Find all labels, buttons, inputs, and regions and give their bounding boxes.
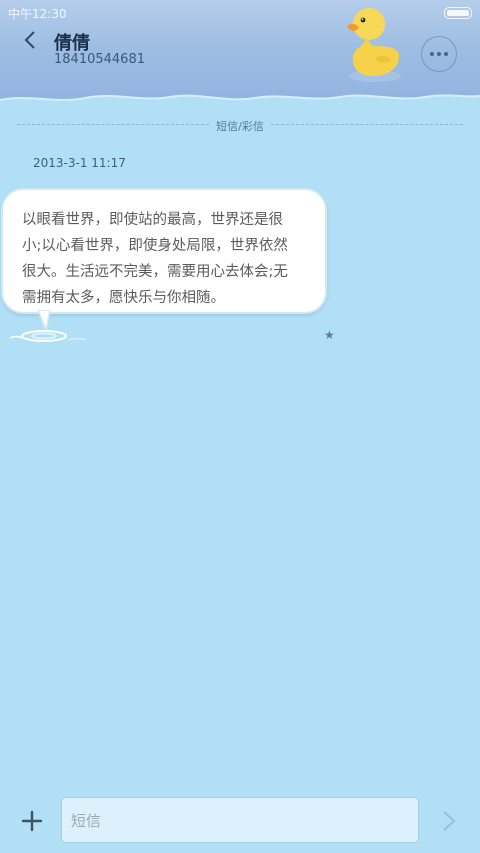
- message-line: 小;以心看世界，即使身处局限，世界依然: [22, 238, 288, 254]
- message-text: 以眼看世界，即使站的最高，世界还是很 小;以心看世界，即使身处局限，世界依然 很…: [22, 207, 311, 311]
- chevron-left-icon: [24, 31, 35, 49]
- composer-bar: 短信: [0, 792, 480, 853]
- message-input[interactable]: 短信: [61, 797, 419, 843]
- more-dot-icon: [444, 52, 448, 56]
- send-button[interactable]: [440, 809, 458, 833]
- water-wave-decoration: [0, 94, 480, 114]
- more-dot-icon: [437, 52, 441, 56]
- message-line: 以眼看世界，即使站的最高，世界还是很: [22, 212, 283, 228]
- incoming-message-bubble[interactable]: 以眼看世界，即使站的最高，世界还是很 小;以心看世界，即使身处局限，世界依然 很…: [1, 188, 327, 314]
- message-line: 需拥有太多，愿快乐与你相随。: [22, 290, 225, 306]
- contact-number: 18410544681: [54, 52, 145, 67]
- divider-label: 短信/彩信: [212, 120, 268, 133]
- star-icon[interactable]: ★: [324, 328, 335, 342]
- message-line: 很大。生活远不完美，需要用心去体会;无: [22, 264, 288, 280]
- battery-icon: [444, 7, 472, 19]
- add-attachment-button[interactable]: [21, 810, 43, 832]
- message-type-divider: 短信/彩信: [0, 118, 480, 134]
- message-timestamp: 2013-3-1 11:17: [33, 156, 126, 170]
- rubber-duck-icon: [347, 8, 401, 82]
- app-header: 中午12:30 倩倩 18410544681: [0, 0, 480, 114]
- back-button[interactable]: [18, 26, 42, 54]
- more-options-button[interactable]: [421, 36, 457, 72]
- bubble-tail-ripple: [9, 310, 87, 342]
- status-time: 中午12:30: [8, 7, 67, 21]
- more-dot-icon: [430, 52, 434, 56]
